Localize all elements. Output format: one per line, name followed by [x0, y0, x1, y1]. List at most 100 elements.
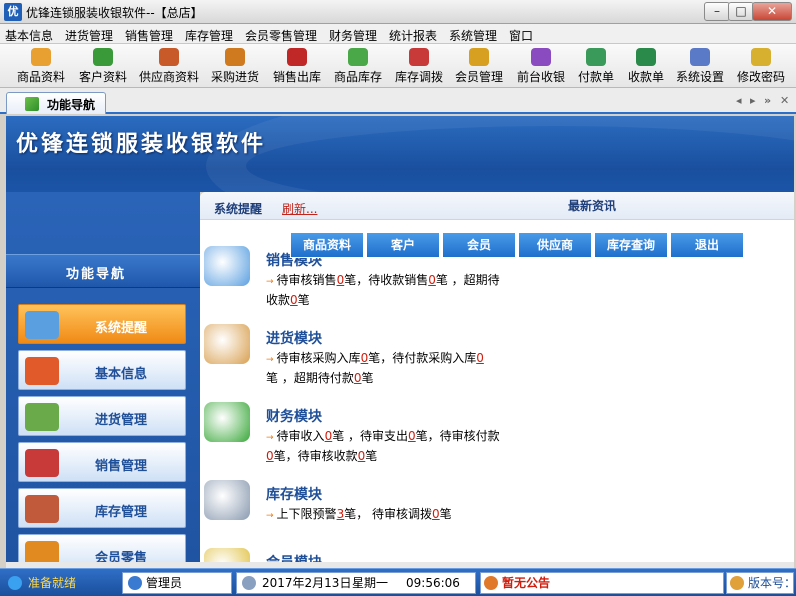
tab-close-icon[interactable]: ✕: [780, 94, 789, 107]
quick-customer-button[interactable]: 客户: [366, 232, 440, 258]
maximize-button[interactable]: □: [728, 2, 754, 21]
sidebar: 功能导航 系统提醒基本信息进货管理销售管理库存管理会员零售: [6, 192, 200, 562]
toolbar-people-button[interactable]: 客户资料: [74, 46, 132, 86]
toolbar-label: 商品库存: [333, 70, 382, 84]
count-link[interactable]: 0: [266, 449, 274, 463]
module-text: 笔: [365, 449, 378, 463]
toolbar-purchase-button[interactable]: 采购进货: [208, 46, 262, 86]
toolbar-label: 修改密码: [736, 70, 785, 84]
toolbar-transfer-button[interactable]: 库存调拨: [390, 46, 448, 86]
toolbar-cashier-button[interactable]: 前台收银: [514, 46, 568, 86]
user-icon: [128, 576, 142, 590]
tab-label: 功能导航: [47, 98, 96, 112]
payment-icon: [586, 48, 606, 66]
module-text: 笔，待收款销售: [344, 273, 429, 287]
status-announcement: 暂无公告: [502, 576, 551, 590]
toolbar-settings-button[interactable]: 系统设置: [672, 46, 728, 86]
folder-icon: [25, 357, 59, 385]
module-line: → 上下限预警3笔， 待审核调拨0笔: [266, 506, 746, 524]
cart-out-icon: [25, 449, 59, 477]
purchase-module-icon: [204, 324, 250, 364]
quick-supplier-button[interactable]: 供应商: [518, 232, 592, 258]
people-icon: [93, 48, 113, 66]
sidebar-item-system-reminder[interactable]: 系统提醒: [18, 304, 186, 344]
box-icon: [31, 48, 51, 66]
toolbar-supplier-button[interactable]: 供应商资料: [136, 46, 202, 86]
quick-exit-button[interactable]: 退出: [670, 232, 744, 258]
sidebar-item-sales[interactable]: 销售管理: [18, 442, 186, 482]
module-text: 笔，待审核付款: [415, 429, 500, 443]
module-text: 笔: [439, 507, 452, 521]
module-title[interactable]: 财务模块: [266, 406, 746, 426]
toolbar-label: 采购进货: [210, 70, 259, 84]
sidebar-item-purchase[interactable]: 进货管理: [18, 396, 186, 436]
module-line: 收款0笔: [266, 292, 746, 308]
tab-scroll-right-icon[interactable]: ▸: [750, 94, 756, 107]
menu-purchase[interactable]: 进货管理: [65, 27, 113, 44]
sidebar-item-member-retail[interactable]: 会员零售: [18, 534, 186, 562]
module-title[interactable]: 进货模块: [266, 328, 746, 348]
module-title[interactable]: 会员模块: [266, 552, 746, 562]
quick-product-info-button[interactable]: 商品资料: [290, 232, 364, 258]
tab-scroll-left-icon[interactable]: ◂: [736, 94, 742, 107]
member-retail-icon: [25, 541, 59, 562]
close-button[interactable]: ✕: [752, 2, 792, 21]
sidebar-item-inventory[interactable]: 库存管理: [18, 488, 186, 528]
toolbar-receipt-button[interactable]: 收款单: [624, 46, 668, 86]
menu-system[interactable]: 系统管理: [449, 27, 497, 44]
toolbar-payment-button[interactable]: 付款单: [574, 46, 618, 86]
menu-window[interactable]: 窗口: [509, 27, 533, 44]
refresh-link[interactable]: 刷新...: [282, 200, 317, 217]
receipt-icon: [636, 48, 656, 66]
transfer-icon: [409, 48, 429, 66]
warehouse-icon: [25, 495, 59, 523]
monitor-icon: [25, 311, 59, 339]
toolbar-sales-button[interactable]: 销售出库: [268, 46, 326, 86]
status-version: 版本号：: [748, 576, 796, 590]
count-link[interactable]: 0: [476, 351, 484, 365]
count-link[interactable]: 0: [432, 507, 440, 521]
sidebar-heading: 功能导航: [6, 254, 200, 288]
banner: 优锋连锁服装收银软件: [6, 116, 794, 192]
module-line: → 待审核采购入库0笔，待付款采购入库0: [266, 350, 746, 368]
module-text: 笔: [361, 371, 374, 385]
menu-basic-info[interactable]: 基本信息: [5, 27, 53, 44]
ready-icon: [8, 576, 22, 590]
count-link[interactable]: 0: [428, 273, 436, 287]
app-logo-icon: 优: [4, 3, 22, 21]
menu-reports[interactable]: 统计报表: [389, 27, 437, 44]
menu-member-retail[interactable]: 会员零售管理: [245, 27, 317, 44]
sidebar-item-label: 系统提醒: [95, 321, 148, 336]
toolbar-box-button[interactable]: 商品资料: [12, 46, 70, 86]
count-link[interactable]: 0: [290, 293, 298, 307]
count-link[interactable]: 0: [408, 429, 416, 443]
key-icon: [751, 48, 771, 66]
toolbar-stock-button[interactable]: 商品库存: [330, 46, 386, 86]
quick-member-button[interactable]: 会员: [442, 232, 516, 258]
tab-function-nav[interactable]: 功能导航: [6, 92, 106, 114]
quick-stock-query-button[interactable]: 库存查询: [594, 232, 668, 258]
module-title[interactable]: 库存模块: [266, 484, 746, 504]
toolbar-member-button[interactable]: 会员管理: [452, 46, 506, 86]
module-text: 笔 ，待审支出: [332, 429, 409, 443]
menu-sales[interactable]: 销售管理: [125, 27, 173, 44]
news-title: 最新资讯: [568, 199, 617, 213]
menu-finance[interactable]: 财务管理: [329, 27, 377, 44]
toolbar-label: 系统设置: [675, 70, 724, 84]
menu-inventory[interactable]: 库存管理: [185, 27, 233, 44]
announcement-icon: [484, 576, 498, 590]
title-bar: 优 优锋连锁服装收银软件--【总店】 – □ ✕: [0, 0, 796, 24]
toolbar-label: 商品资料: [16, 70, 65, 84]
minimize-button[interactable]: –: [704, 2, 730, 21]
member-module-icon: [204, 548, 250, 562]
toolbar-key-button[interactable]: 修改密码: [734, 46, 788, 86]
module-finance: 财务模块 → 待审收入0笔 ，待审支出0笔，待审核付款 0笔，待审核收款0笔: [204, 402, 746, 464]
module-member: 会员模块: [204, 548, 746, 562]
sidebar-item-basic-info[interactable]: 基本信息: [18, 350, 186, 390]
tab-list-icon[interactable]: »: [764, 94, 771, 107]
cart-in-icon: [25, 403, 59, 431]
module-line: 笔 ，超期待付款0笔: [266, 370, 746, 386]
toolbar-label: 客户资料: [78, 70, 127, 84]
module-text: 待审核采购入库: [276, 351, 361, 365]
module-sales: 销售模块 → 待审核销售0笔，待收款销售0笔 ，超期待 收款0笔: [204, 246, 746, 308]
